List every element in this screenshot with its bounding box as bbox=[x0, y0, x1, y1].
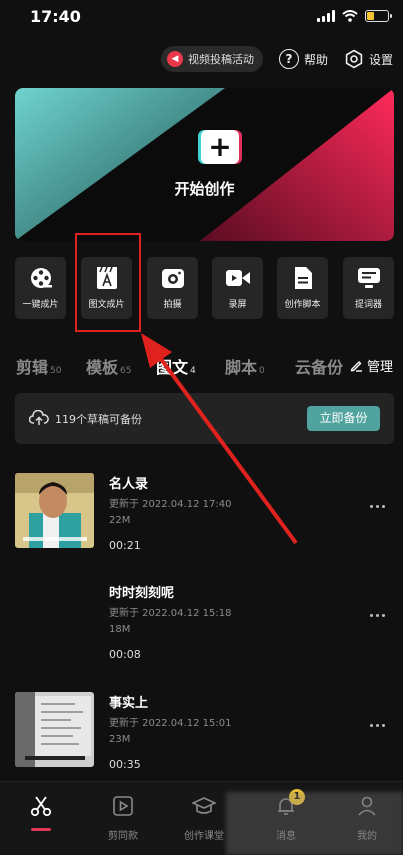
draft-size: 22M bbox=[109, 515, 131, 526]
highlight-annotation-box bbox=[75, 233, 141, 332]
tab-count: 0 bbox=[259, 366, 265, 376]
tab-scripts[interactable]: 脚本 0 bbox=[225, 354, 265, 378]
settings-button[interactable]: 设置 bbox=[344, 49, 393, 69]
tab-label: 模板 bbox=[86, 358, 119, 377]
tool-label: 一键成片 bbox=[22, 300, 59, 310]
tool-label: 创作脚本 bbox=[284, 300, 321, 310]
tool-teleprompter[interactable]: 提词器 bbox=[343, 257, 394, 319]
draft-thumbnail bbox=[15, 692, 94, 767]
status-time: 17:40 bbox=[30, 7, 81, 26]
tool-label: 录屏 bbox=[228, 300, 247, 310]
battery-icon bbox=[365, 10, 392, 22]
backup-now-button[interactable]: 立即备份 bbox=[307, 406, 380, 431]
cloud-upload-icon bbox=[29, 410, 49, 425]
tab-cloud-backup[interactable]: 云备份 bbox=[295, 354, 345, 378]
draft-item[interactable]: 时时刻刻呢 更新于 2022.04.12 15:18 18M 00:08 bbox=[0, 582, 403, 692]
help-icon: ? bbox=[278, 49, 299, 69]
tab-label: 图文 bbox=[156, 358, 189, 377]
status-bar: 17:40 bbox=[0, 0, 403, 36]
screen-record-icon bbox=[225, 270, 250, 286]
draft-duration: 00:35 bbox=[109, 758, 141, 771]
signal-icon bbox=[317, 10, 335, 22]
tab-label: 剪辑 bbox=[16, 358, 49, 377]
film-reel-icon bbox=[30, 268, 52, 288]
draft-size: 18M bbox=[109, 624, 131, 635]
tool-creation-script[interactable]: 创作脚本 bbox=[277, 257, 328, 319]
active-indicator bbox=[31, 828, 51, 831]
draft-item[interactable]: 名人录 更新于 2022.04.12 17:40 22M 00:21 bbox=[0, 473, 403, 583]
tab-count: 50 bbox=[50, 366, 62, 376]
tab-count: 65 bbox=[120, 366, 132, 376]
battery-level bbox=[367, 12, 374, 20]
tool-one-click-video[interactable]: 一键成片 bbox=[15, 257, 66, 319]
promo-label: 视频投稿活动 bbox=[187, 53, 254, 66]
draft-title: 时时刻刻呢 bbox=[109, 586, 175, 601]
draft-updated-time: 更新于 2022.04.12 15:01 bbox=[109, 718, 232, 729]
plus-icon: + bbox=[201, 130, 239, 164]
tab-label: 云备份 bbox=[295, 358, 344, 377]
tab-label: 脚本 bbox=[225, 358, 258, 377]
settings-label: 设置 bbox=[368, 52, 393, 67]
tool-label: 拍摄 bbox=[163, 300, 182, 310]
draft-duration: 00:21 bbox=[109, 539, 141, 552]
draft-duration: 00:08 bbox=[109, 648, 141, 661]
nav-templates[interactable]: 剪同款 bbox=[88, 794, 158, 842]
backup-text: 119个草稿可备份 bbox=[55, 413, 142, 426]
more-options-icon[interactable] bbox=[370, 614, 385, 617]
pencil-icon bbox=[350, 361, 362, 372]
manage-label: 管理 bbox=[366, 360, 393, 375]
tool-shoot[interactable]: 拍摄 bbox=[147, 257, 198, 319]
nav-label: 剪同款 bbox=[108, 831, 138, 842]
manage-button[interactable]: 管理 bbox=[343, 356, 393, 375]
draft-title: 事实上 bbox=[109, 696, 149, 711]
status-icons bbox=[317, 10, 392, 22]
start-creation-label: 开始创作 bbox=[174, 180, 235, 198]
nav-edit[interactable] bbox=[6, 794, 76, 831]
draft-size: 23M bbox=[109, 734, 131, 745]
graduation-cap-icon bbox=[192, 797, 216, 814]
script-icon bbox=[294, 267, 312, 289]
megaphone-icon: ◀ bbox=[166, 51, 183, 67]
video-promo-button[interactable]: ◀ 视频投稿活动 bbox=[160, 46, 263, 72]
tool-screen-record[interactable]: 录屏 bbox=[212, 257, 263, 319]
top-actions: ◀ 视频投稿活动 ? 帮助 设置 bbox=[160, 46, 393, 72]
draft-title: 名人录 bbox=[109, 477, 149, 492]
draft-updated-time: 更新于 2022.04.12 15:18 bbox=[109, 608, 232, 619]
blur-overlay bbox=[226, 792, 403, 855]
scissors-icon bbox=[30, 796, 52, 817]
template-icon bbox=[113, 796, 133, 816]
help-button[interactable]: ? 帮助 bbox=[278, 49, 328, 69]
start-creation-card[interactable]: + 开始创作 bbox=[15, 88, 394, 241]
draft-thumbnail bbox=[15, 582, 94, 657]
teleprompter-icon bbox=[357, 268, 380, 288]
hero-background bbox=[15, 88, 394, 241]
draft-updated-time: 更新于 2022.04.12 17:40 bbox=[109, 499, 232, 510]
wifi-icon bbox=[342, 10, 358, 22]
tab-image-text[interactable]: 图文 4 bbox=[156, 354, 196, 378]
tab-count: 4 bbox=[190, 366, 196, 376]
tab-edit[interactable]: 剪辑 50 bbox=[16, 354, 61, 378]
draft-thumbnail bbox=[15, 473, 94, 548]
camera-icon bbox=[161, 269, 184, 288]
backup-banner: 119个草稿可备份 立即备份 bbox=[15, 393, 394, 444]
more-options-icon[interactable] bbox=[370, 724, 385, 727]
tab-templates[interactable]: 模板 65 bbox=[86, 354, 131, 378]
more-options-icon[interactable] bbox=[370, 505, 385, 508]
gear-icon bbox=[345, 49, 363, 69]
tool-label: 提词器 bbox=[354, 300, 382, 310]
help-label: 帮助 bbox=[303, 52, 328, 67]
